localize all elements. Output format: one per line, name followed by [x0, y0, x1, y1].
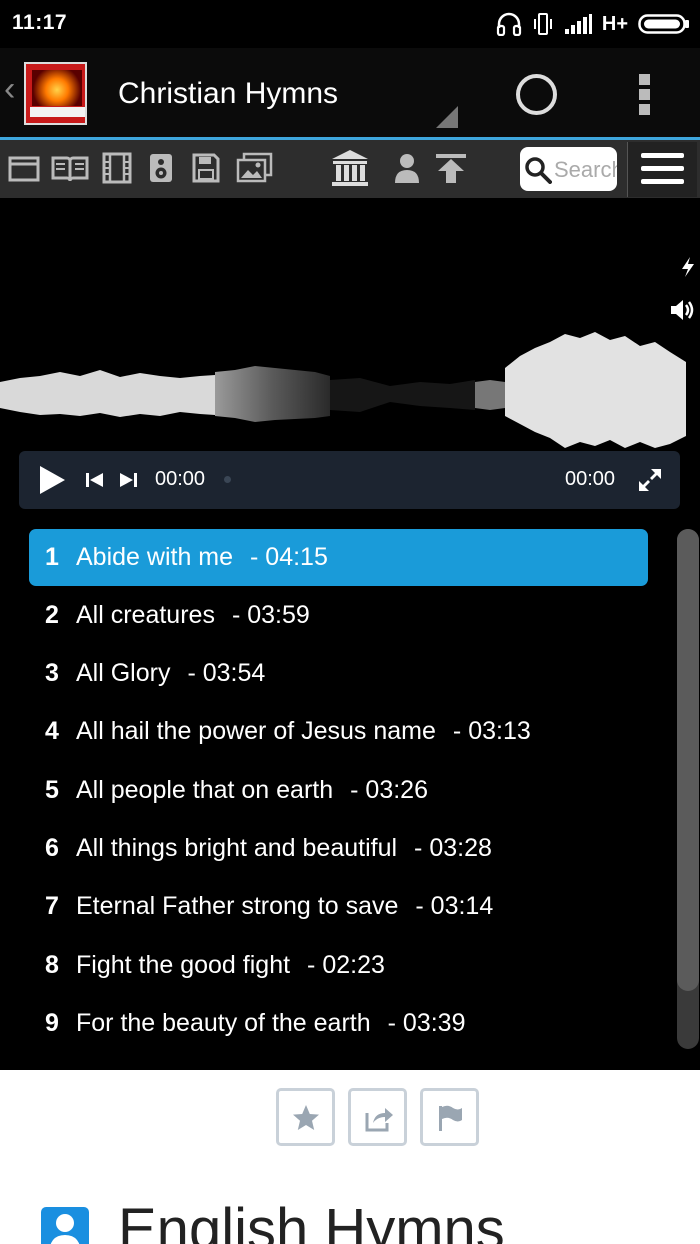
speaker-icon[interactable]: [148, 151, 174, 185]
corner-indicator-icon: [436, 106, 458, 128]
track-number: 6: [45, 834, 59, 862]
next-icon[interactable]: [117, 470, 139, 490]
menu-icon: [641, 166, 684, 171]
report-button[interactable]: [420, 1088, 479, 1146]
search-input[interactable]: Search: [520, 147, 617, 191]
section-icon: [41, 1207, 89, 1244]
playlist-item[interactable]: 3 All Glory - 03:54: [29, 645, 648, 702]
track-number: 7: [45, 892, 59, 920]
overflow-menu-button[interactable]: [636, 72, 654, 116]
track-title: All creatures: [76, 601, 215, 629]
menu-icon: [641, 179, 684, 184]
track-duration: - 03:54: [187, 659, 266, 687]
vibrate-icon: [533, 13, 552, 35]
track-duration: - 02:23: [307, 951, 385, 979]
playlist-item[interactable]: 7 Eternal Father strong to save - 03:14: [29, 878, 648, 935]
book-icon[interactable]: [50, 151, 90, 185]
logo-artwork: [32, 70, 82, 106]
track-duration: - 03:14: [415, 892, 494, 920]
play-icon[interactable]: [37, 464, 67, 496]
film-icon[interactable]: [102, 151, 132, 185]
user-icon[interactable]: [393, 151, 421, 185]
status-icons: H+: [496, 10, 690, 38]
track-title: All Glory: [76, 659, 171, 687]
track-title: All people that on earth: [76, 776, 334, 804]
playlist-item[interactable]: 8 Fight the good fight - 02:23: [29, 937, 648, 994]
fullscreen-icon[interactable]: [637, 467, 663, 493]
app-title: Christian Hymns: [118, 77, 339, 110]
track-duration: - 04:15: [250, 543, 328, 571]
save-icon[interactable]: [191, 151, 221, 185]
progress-slider[interactable]: [224, 476, 231, 483]
track-number: 2: [45, 601, 59, 629]
app-bar: [0, 48, 700, 137]
playlist-item[interactable]: 6 All things bright and beautiful - 03:28: [29, 820, 648, 877]
back-chevron-icon[interactable]: ‹: [4, 70, 15, 109]
playlist-item[interactable]: 2 All creatures - 03:59: [29, 587, 648, 644]
track-number: 8: [45, 951, 59, 979]
track-duration: - 03:28: [414, 834, 492, 862]
current-time: 00:00: [155, 468, 206, 490]
flag-icon: [439, 1105, 462, 1131]
track-duration: - 03:13: [452, 717, 531, 745]
library-icon[interactable]: [330, 148, 370, 188]
track-title: Fight the good fight: [76, 951, 291, 979]
search-icon: [525, 157, 552, 184]
track-title: All things bright and beautiful: [76, 834, 398, 862]
upload-icon[interactable]: [434, 151, 468, 185]
track-title: Eternal Father strong to save: [76, 892, 399, 920]
track-duration: - 03:39: [387, 1009, 466, 1037]
previous-icon[interactable]: [84, 470, 106, 490]
network-type-label: H+: [601, 12, 628, 35]
track-title: For the beauty of the earth: [76, 1009, 371, 1037]
window-icon[interactable]: [8, 151, 40, 185]
headphones-icon: [496, 12, 521, 36]
dot-icon: [639, 104, 650, 115]
dot-icon: [639, 74, 650, 85]
track-duration: - 03:26: [350, 776, 428, 804]
track-number: 1: [45, 543, 59, 571]
track-number: 9: [45, 1009, 59, 1037]
track-title: All hail the power of Jesus name: [76, 717, 436, 745]
playlist-item[interactable]: 1 Abide with me - 04:15: [29, 529, 648, 586]
logo-caption-band: [30, 107, 85, 117]
favorite-button[interactable]: [276, 1088, 335, 1146]
section-title: English Hymns: [118, 1197, 505, 1244]
track-number: 3: [45, 659, 59, 687]
star-icon: [293, 1105, 319, 1130]
loading-spinner-icon: [516, 74, 557, 115]
track-duration: - 03:59: [231, 601, 310, 629]
signal-icon: [564, 14, 592, 34]
total-time: 00:00: [565, 468, 616, 490]
playlist-item[interactable]: 9 For the beauty of the earth - 03:39: [29, 995, 648, 1052]
track-number: 4: [45, 717, 59, 745]
playlist-scrollbar-thumb[interactable]: [677, 529, 699, 991]
menu-button[interactable]: [627, 142, 697, 197]
audio-waveform: [0, 332, 686, 448]
share-button[interactable]: [348, 1088, 407, 1146]
app-logo[interactable]: [24, 62, 87, 125]
status-bar: 11:17 H+: [0, 0, 700, 48]
search-placeholder: Search: [554, 157, 617, 182]
person-icon: [50, 1214, 80, 1244]
dot-icon: [639, 89, 650, 100]
images-icon[interactable]: [236, 151, 274, 185]
menu-icon: [641, 153, 684, 158]
playlist-item[interactable]: 4 All hail the power of Jesus name - 03:1…: [29, 703, 648, 760]
status-time: 11:17: [12, 11, 68, 34]
flash-icon[interactable]: [679, 256, 697, 278]
battery-icon: [638, 14, 689, 34]
track-number: 5: [45, 776, 59, 804]
share-icon: [365, 1108, 393, 1132]
playlist-item[interactable]: 5 All people that on earth - 03:26: [29, 762, 648, 819]
track-title: Abide with me: [76, 543, 234, 571]
